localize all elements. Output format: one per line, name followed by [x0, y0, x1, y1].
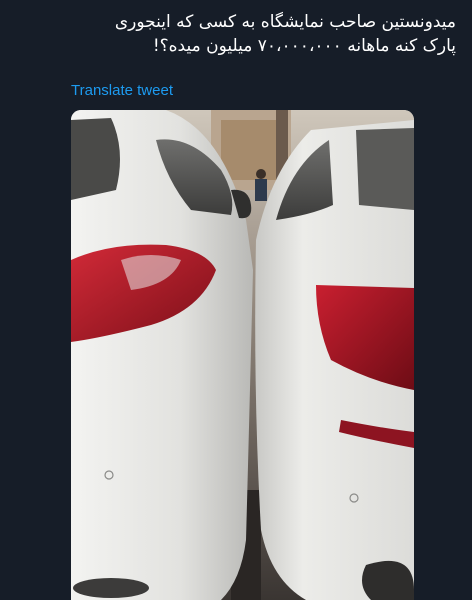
tweet-page: میدونستین صاحب نمایشگاه به کسی که اینجور…	[0, 0, 472, 600]
garage-door	[221, 120, 276, 180]
parked-cars-photo	[71, 110, 414, 600]
person-head	[256, 169, 266, 179]
tweet-text-line-1: میدونستین صاحب نمایشگاه به کسی که اینجور…	[114, 12, 456, 32]
tweet-text: میدونستین صاحب نمایشگاه به کسی که اینجور…	[16, 10, 456, 58]
right-car-exhaust	[362, 560, 414, 600]
left-car-exhaust	[73, 578, 149, 598]
person-body	[255, 179, 267, 201]
left-car-rear-window	[71, 118, 120, 200]
tweet-text-line-2: پارک کنه ماهانه ۷۰،۰۰۰،۰۰۰ میلیون میده؟!	[152, 36, 456, 56]
translate-tweet-link[interactable]: Translate tweet	[71, 82, 173, 99]
right-car-rear-window	[356, 128, 414, 210]
tweet-media-photo[interactable]	[71, 110, 414, 600]
